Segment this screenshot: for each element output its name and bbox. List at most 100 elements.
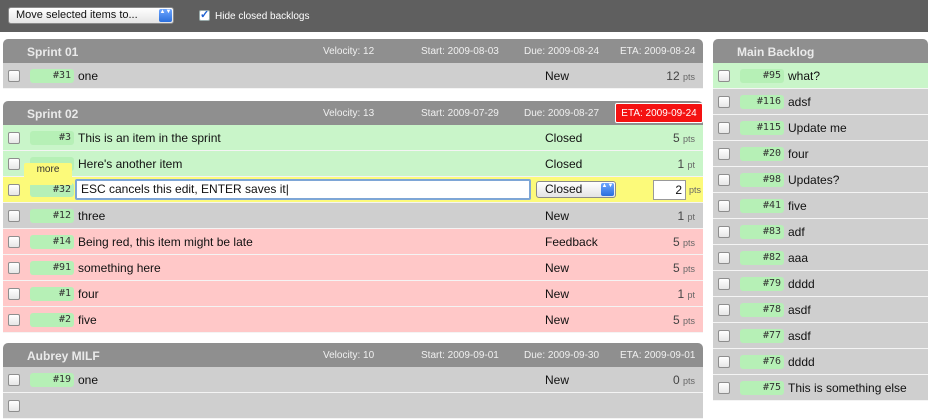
item-points[interactable]: 1 pt bbox=[677, 157, 695, 171]
item-status[interactable]: New bbox=[545, 209, 569, 223]
item-checkbox[interactable] bbox=[718, 304, 730, 316]
sprint-header[interactable]: Sprint 02 Velocity: 13 Start: 2009-07-29… bbox=[3, 101, 703, 125]
item-title[interactable]: asdf bbox=[788, 329, 811, 343]
item-checkbox[interactable] bbox=[718, 70, 730, 82]
item-status[interactable]: New bbox=[545, 373, 569, 387]
item-points[interactable]: 0 pts bbox=[673, 373, 695, 387]
item-checkbox[interactable] bbox=[718, 330, 730, 342]
item-checkbox[interactable] bbox=[718, 148, 730, 160]
item-checkbox[interactable] bbox=[718, 356, 730, 368]
item-points[interactable]: 5 pts bbox=[673, 131, 695, 145]
item-status-select[interactable]: Closed ▲▼ bbox=[536, 181, 616, 198]
main-backlog-header[interactable]: Main Backlog bbox=[713, 39, 928, 63]
item-title[interactable]: dddd bbox=[788, 277, 815, 291]
backlog-item[interactable]: #78 asdf bbox=[713, 297, 928, 323]
item-status[interactable]: Feedback bbox=[545, 235, 598, 249]
item-checkbox[interactable] bbox=[8, 288, 20, 300]
sprint-eta: ETA: 2009-08-24 bbox=[620, 46, 696, 57]
item-title[interactable]: something here bbox=[78, 261, 161, 275]
item-title[interactable]: five bbox=[78, 313, 97, 327]
toolbar: Move selected items to... ▲▼ ✓ Hide clos… bbox=[0, 0, 928, 32]
item-checkbox[interactable] bbox=[718, 200, 730, 212]
item-points[interactable]: 1 pt bbox=[677, 209, 695, 223]
backlog-item[interactable]: #91 something here New 5 pts bbox=[3, 255, 703, 281]
item-title[interactable]: This is an item in the sprint bbox=[78, 131, 221, 145]
backlog-item-partial[interactable] bbox=[3, 393, 703, 419]
item-checkbox[interactable] bbox=[718, 122, 730, 134]
hide-closed-checkbox[interactable]: ✓ bbox=[199, 10, 210, 21]
item-title[interactable]: Being red, this item might be late bbox=[78, 235, 253, 249]
more-button[interactable]: more bbox=[24, 163, 72, 185]
backlog-item[interactable]: #20 four bbox=[713, 141, 928, 167]
backlog-item[interactable]: #76 dddd bbox=[713, 349, 928, 375]
item-checkbox[interactable] bbox=[718, 252, 730, 264]
backlog-item[interactable]: #79 dddd bbox=[713, 271, 928, 297]
sprint-header[interactable]: Sprint 01 Velocity: 12 Start: 2009-08-03… bbox=[3, 39, 703, 63]
item-checkbox[interactable] bbox=[8, 400, 20, 412]
item-checkbox[interactable] bbox=[8, 158, 20, 170]
item-points[interactable]: 5 pts bbox=[673, 261, 695, 275]
item-status[interactable]: Closed bbox=[545, 131, 582, 145]
backlog-item[interactable]: #14 Being red, this item might be late F… bbox=[3, 229, 703, 255]
backlog-item[interactable]: #83 adf bbox=[713, 219, 928, 245]
item-checkbox[interactable] bbox=[8, 374, 20, 386]
item-points[interactable]: 12 pts bbox=[666, 69, 695, 83]
item-title[interactable]: what? bbox=[788, 69, 820, 83]
backlog-item[interactable]: #12 three New 1 pt bbox=[3, 203, 703, 229]
item-title[interactable]: dddd bbox=[788, 355, 815, 369]
item-points[interactable]: 1 pt bbox=[677, 287, 695, 301]
item-checkbox[interactable] bbox=[718, 174, 730, 186]
backlog-item-editing[interactable]: #32 ESC cancels this edit, ENTER saves i… bbox=[3, 177, 703, 203]
backlog-item[interactable]: #95 what? bbox=[713, 63, 928, 89]
item-checkbox[interactable] bbox=[718, 382, 730, 394]
backlog-item[interactable]: #98 Updates? bbox=[713, 167, 928, 193]
item-title[interactable]: adf bbox=[788, 225, 805, 239]
item-status[interactable]: New bbox=[545, 287, 569, 301]
backlog-item[interactable]: #115 Update me bbox=[713, 115, 928, 141]
item-points[interactable]: 5 pts bbox=[673, 235, 695, 249]
item-checkbox[interactable] bbox=[8, 70, 20, 82]
item-title[interactable]: one bbox=[78, 373, 98, 387]
item-checkbox[interactable] bbox=[718, 96, 730, 108]
backlog-item[interactable]: #77 asdf bbox=[713, 323, 928, 349]
item-points-input[interactable]: 2 bbox=[653, 180, 686, 200]
item-title[interactable]: three bbox=[78, 209, 105, 223]
item-title[interactable]: one bbox=[78, 69, 98, 83]
item-title[interactable]: five bbox=[788, 199, 807, 213]
backlog-item[interactable]: #2 five New 5 pts bbox=[3, 307, 703, 333]
backlog-item[interactable]: #41 five bbox=[713, 193, 928, 219]
item-checkbox[interactable] bbox=[718, 226, 730, 238]
item-checkbox[interactable] bbox=[718, 278, 730, 290]
backlog-item[interactable]: #31 one New 12 pts bbox=[3, 63, 703, 89]
item-points[interactable]: 5 pts bbox=[673, 313, 695, 327]
item-title[interactable]: Here's another item bbox=[78, 157, 182, 171]
backlog-item[interactable]: #1 four New 1 pt bbox=[3, 281, 703, 307]
item-title-input[interactable]: ESC cancels this edit, ENTER saves it| bbox=[75, 179, 531, 200]
item-checkbox[interactable] bbox=[8, 236, 20, 248]
item-title[interactable]: Update me bbox=[788, 121, 847, 135]
item-checkbox[interactable] bbox=[8, 132, 20, 144]
backlog-item[interactable]: #82 aaa bbox=[713, 245, 928, 271]
backlog-item[interactable]: #116 adsf bbox=[713, 89, 928, 115]
item-title[interactable]: Updates? bbox=[788, 173, 839, 187]
item-title[interactable]: adsf bbox=[788, 95, 811, 109]
item-checkbox[interactable] bbox=[8, 262, 20, 274]
item-title[interactable]: aaa bbox=[788, 251, 808, 265]
item-title[interactable]: four bbox=[78, 287, 99, 301]
move-items-select[interactable]: Move selected items to... ▲▼ bbox=[8, 7, 174, 24]
backlog-item[interactable]: #19 one New 0 pts bbox=[3, 367, 703, 393]
item-title[interactable]: four bbox=[788, 147, 809, 161]
backlog-item[interactable]: Here's another item Closed 1 pt bbox=[3, 151, 703, 177]
item-title[interactable]: asdf bbox=[788, 303, 811, 317]
sprint-header[interactable]: Aubrey MILF Velocity: 10 Start: 2009-09-… bbox=[3, 343, 703, 367]
item-status[interactable]: New bbox=[545, 69, 569, 83]
item-checkbox[interactable] bbox=[8, 184, 20, 196]
item-title[interactable]: This is something else bbox=[788, 381, 907, 395]
item-status[interactable]: New bbox=[545, 261, 569, 275]
backlog-item[interactable]: #3 This is an item in the sprint Closed … bbox=[3, 125, 703, 151]
item-status[interactable]: Closed bbox=[545, 157, 582, 171]
item-checkbox[interactable] bbox=[8, 210, 20, 222]
backlog-item[interactable]: #75 This is something else bbox=[713, 375, 928, 401]
item-checkbox[interactable] bbox=[8, 314, 20, 326]
item-status[interactable]: New bbox=[545, 313, 569, 327]
